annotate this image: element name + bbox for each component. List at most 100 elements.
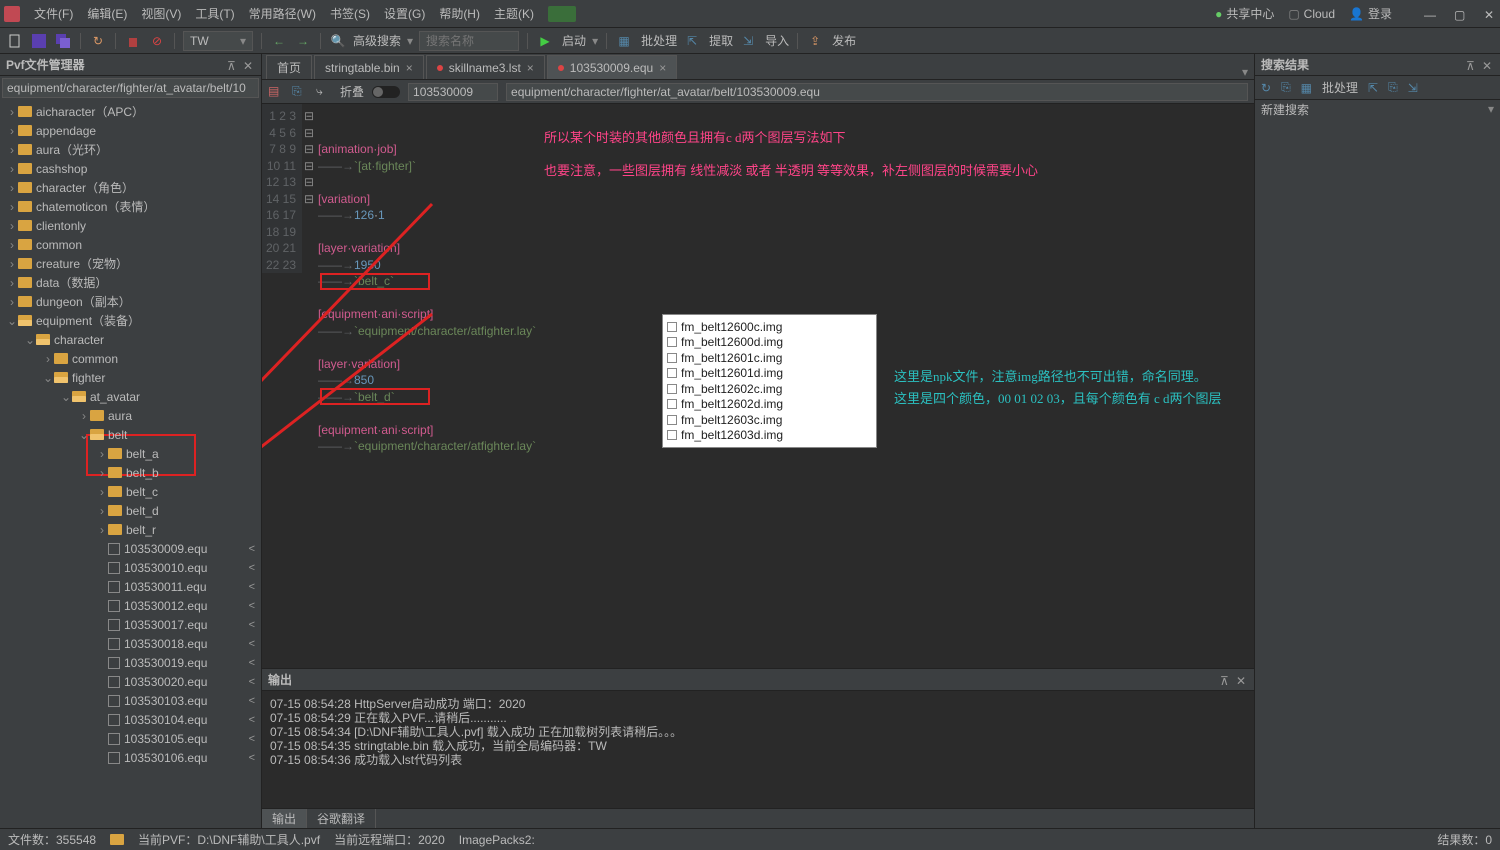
- sr-locate-icon[interactable]: ⎘: [1281, 80, 1291, 95]
- tree-folder[interactable]: ⌄fighter: [0, 368, 261, 387]
- sr-batch-label[interactable]: 批处理: [1322, 79, 1358, 96]
- refresh-icon[interactable]: ↻: [89, 32, 107, 50]
- output-pin-icon[interactable]: ⊼: [1220, 674, 1232, 686]
- output-tab[interactable]: 输出: [262, 809, 307, 828]
- new-file-icon[interactable]: [6, 32, 24, 50]
- menu-theme[interactable]: 主题(K): [494, 5, 534, 22]
- batch-label[interactable]: 批处理: [641, 32, 677, 49]
- adv-search-icon[interactable]: 🔍: [329, 32, 347, 50]
- tree-folder[interactable]: ›common: [0, 235, 261, 254]
- tree-folder[interactable]: ›aura（光环）: [0, 140, 261, 159]
- fold-toggle[interactable]: [372, 86, 400, 98]
- search-close-icon[interactable]: ✕: [1482, 59, 1494, 71]
- pin-icon[interactable]: ⊼: [227, 59, 239, 71]
- nav-back-icon[interactable]: ←: [270, 32, 288, 50]
- sr-copy-icon[interactable]: ⎘: [1388, 80, 1398, 95]
- tree-folder[interactable]: ›character（角色）: [0, 178, 261, 197]
- menu-view[interactable]: 视图(V): [141, 5, 181, 22]
- sr-export-icon[interactable]: ⇲: [1408, 81, 1418, 95]
- tree-file[interactable]: 103530103.equ<: [0, 691, 261, 710]
- menu-edit[interactable]: 编辑(E): [87, 5, 127, 22]
- cancel-icon[interactable]: ⊘: [148, 32, 166, 50]
- tree-folder[interactable]: ›dungeon（副本）: [0, 292, 261, 311]
- tab-close-icon[interactable]: ×: [406, 61, 413, 75]
- tree-folder[interactable]: ›chatemoticon（表情）: [0, 197, 261, 216]
- tree-folder[interactable]: ›aura: [0, 406, 261, 425]
- tree-folder[interactable]: ›clientonly: [0, 216, 261, 235]
- code-editor[interactable]: 1 2 3 4 5 6 7 8 9 10 11 12 13 14 15 16 1…: [262, 104, 1254, 668]
- extract-icon[interactable]: ⇱: [683, 32, 701, 50]
- tree-folder[interactable]: ⌄at_avatar: [0, 387, 261, 406]
- adv-search-label[interactable]: 高级搜索: [353, 32, 401, 49]
- nav-forward-icon[interactable]: →: [294, 32, 312, 50]
- tree-folder[interactable]: ⌄character: [0, 330, 261, 349]
- editor-tab[interactable]: stringtable.bin×: [314, 55, 424, 79]
- output-tab[interactable]: 谷歌翻译: [307, 809, 376, 828]
- tree-folder[interactable]: ›data（数据）: [0, 273, 261, 292]
- tree-path-input[interactable]: equipment/character/fighter/at_avatar/be…: [2, 78, 259, 98]
- new-search-button[interactable]: 新建搜索▾: [1255, 100, 1500, 118]
- file-path-display[interactable]: equipment/character/fighter/at_avatar/be…: [506, 83, 1248, 101]
- delete-icon[interactable]: [124, 32, 142, 50]
- tree-folder[interactable]: ⌄equipment（装备）: [0, 311, 261, 330]
- tree-file[interactable]: 103530104.equ<: [0, 710, 261, 729]
- file-tree[interactable]: ›aicharacter（APC）›appendage›aura（光环）›cas…: [0, 100, 261, 828]
- output-close-icon[interactable]: ✕: [1236, 674, 1248, 686]
- tree-folder[interactable]: ›common: [0, 349, 261, 368]
- batch-icon[interactable]: ▦: [615, 32, 633, 50]
- menu-bookmarks[interactable]: 书签(S): [330, 5, 370, 22]
- id-input[interactable]: 103530009: [408, 83, 498, 101]
- editor-tab[interactable]: skillname3.lst×: [426, 55, 545, 79]
- editor-tab[interactable]: 103530009.equ×: [547, 55, 677, 79]
- close-panel-icon[interactable]: ✕: [243, 59, 255, 71]
- locate-icon[interactable]: ⎘: [292, 84, 308, 100]
- structure-icon[interactable]: ▤: [268, 84, 284, 100]
- run-label[interactable]: 启动: [562, 32, 586, 49]
- save-all-icon[interactable]: [54, 32, 72, 50]
- import-label[interactable]: 导入: [765, 32, 789, 49]
- tree-file[interactable]: 103530009.equ<: [0, 539, 261, 558]
- tree-file[interactable]: 103530017.equ<: [0, 615, 261, 634]
- tree-file[interactable]: 103530012.equ<: [0, 596, 261, 615]
- tab-close-icon[interactable]: ×: [659, 61, 666, 75]
- share-center-button[interactable]: ●共享中心: [1215, 5, 1274, 22]
- save-icon[interactable]: [30, 32, 48, 50]
- tree-folder[interactable]: ›aicharacter（APC）: [0, 102, 261, 121]
- tree-file[interactable]: 103530105.equ<: [0, 729, 261, 748]
- menu-file[interactable]: 文件(F): [34, 5, 73, 22]
- tab-close-icon[interactable]: ×: [527, 61, 534, 75]
- tab-list-icon[interactable]: ▾: [1236, 65, 1254, 79]
- tree-folder[interactable]: ›belt_b: [0, 463, 261, 482]
- publish-label[interactable]: 发布: [832, 32, 856, 49]
- tree-file[interactable]: 103530106.equ<: [0, 748, 261, 767]
- search-pin-icon[interactable]: ⊼: [1466, 59, 1478, 71]
- theme-pill-icon[interactable]: [548, 6, 576, 22]
- output-text[interactable]: 07-15 08:54:28 HttpServer启动成功 端口：2020 07…: [262, 691, 1254, 808]
- run-icon[interactable]: ▶: [536, 32, 554, 50]
- maximize-icon[interactable]: ▢: [1454, 8, 1466, 20]
- login-button[interactable]: 👤登录: [1349, 5, 1392, 22]
- editor-tab[interactable]: 首页: [266, 55, 312, 79]
- sr-refresh-icon[interactable]: ↻: [1261, 81, 1271, 95]
- sr-extract-icon[interactable]: ⇱: [1368, 81, 1378, 95]
- menu-help[interactable]: 帮助(H): [439, 5, 480, 22]
- tree-folder[interactable]: ›appendage: [0, 121, 261, 140]
- tree-folder[interactable]: ⌄belt: [0, 425, 261, 444]
- cloud-button[interactable]: ▢Cloud: [1288, 7, 1335, 21]
- import-icon[interactable]: ⇲: [739, 32, 757, 50]
- tree-folder[interactable]: ›cashshop: [0, 159, 261, 178]
- tree-file[interactable]: 103530020.equ<: [0, 672, 261, 691]
- close-window-icon[interactable]: ✕: [1484, 8, 1496, 20]
- publish-icon[interactable]: ⇪: [806, 32, 824, 50]
- tree-folder[interactable]: ›belt_d: [0, 501, 261, 520]
- tree-file[interactable]: 103530010.equ<: [0, 558, 261, 577]
- minimize-icon[interactable]: —: [1424, 8, 1436, 20]
- goto-icon[interactable]: ⤷: [316, 84, 332, 100]
- menu-paths[interactable]: 常用路径(W): [249, 5, 316, 22]
- extract-label[interactable]: 提取: [709, 32, 733, 49]
- tree-folder[interactable]: ›belt_a: [0, 444, 261, 463]
- encoding-combo[interactable]: TW▾: [183, 31, 253, 51]
- tree-file[interactable]: 103530011.equ<: [0, 577, 261, 596]
- search-input[interactable]: [419, 31, 519, 51]
- tree-file[interactable]: 103530018.equ<: [0, 634, 261, 653]
